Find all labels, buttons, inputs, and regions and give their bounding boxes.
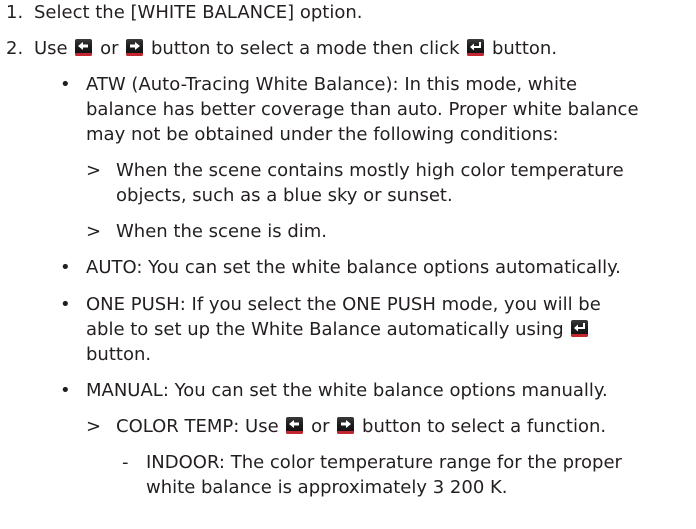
bullet-one-push: •	[60, 294, 71, 315]
atw-line-1: ATW (Auto-Tracing White Balance): In thi…	[86, 74, 578, 95]
bullet-auto: •	[60, 257, 71, 278]
step-2-button: button.	[491, 38, 558, 59]
enter-icon	[467, 39, 485, 56]
high-temp-line-1: When the scene contains mostly high colo…	[116, 160, 624, 181]
step-2-number: 2.	[6, 38, 24, 59]
left-arrow-icon	[75, 39, 93, 56]
right-arrow-icon	[126, 39, 144, 56]
one-push-line-2-text: able to set up the White Balance automat…	[86, 319, 564, 340]
auto-text: AUTO: You can set the white balance opti…	[86, 257, 621, 278]
dim-scene-text: When the scene is dim.	[116, 221, 328, 242]
color-temp-select-function: button to select a function.	[362, 416, 607, 437]
sub-marker-high-temp: >	[86, 160, 102, 181]
color-temp-or: or	[311, 416, 330, 437]
right-arrow-icon	[337, 417, 355, 434]
high-temp-line-2: objects, such as a blue sky or sunset.	[116, 185, 453, 206]
step-2-select-mode: button to select a mode then click	[151, 38, 460, 59]
enter-icon	[571, 320, 589, 337]
bullet-manual: •	[60, 380, 71, 401]
bullet-atw: •	[60, 74, 71, 95]
one-push-line-3: button.	[86, 344, 152, 365]
indoor-line-1: INDOOR: The color temperature range for …	[146, 452, 622, 473]
step-1-number: 1.	[6, 2, 24, 23]
color-temp-label: COLOR TEMP: Use	[116, 416, 279, 437]
sub-marker-dim: >	[86, 221, 102, 242]
indoor-line-2: white balance is approximately 3 200 K.	[146, 477, 508, 498]
atw-line-2: balance has better coverage than auto. P…	[86, 99, 639, 120]
left-arrow-icon	[286, 417, 304, 434]
dash-marker-indoor: -	[122, 452, 129, 473]
color-temp-text: COLOR TEMP: Use or button to select a fu…	[116, 416, 606, 438]
atw-line-3: may not be obtained under the following …	[86, 124, 559, 145]
step-1-text: Select the [WHITE BALANCE] option.	[34, 2, 363, 23]
one-push-line-2: able to set up the White Balance automat…	[86, 319, 590, 341]
one-push-line-1: ONE PUSH: If you select the ONE PUSH mod…	[86, 294, 601, 315]
step-2-text: Use or button to select a mode then clic…	[34, 38, 557, 60]
step-2-or: or	[100, 38, 119, 59]
sub-marker-color-temp: >	[86, 416, 102, 437]
manual-text: MANUAL: You can set the white balance op…	[86, 380, 608, 401]
step-2-use: Use	[34, 38, 68, 59]
